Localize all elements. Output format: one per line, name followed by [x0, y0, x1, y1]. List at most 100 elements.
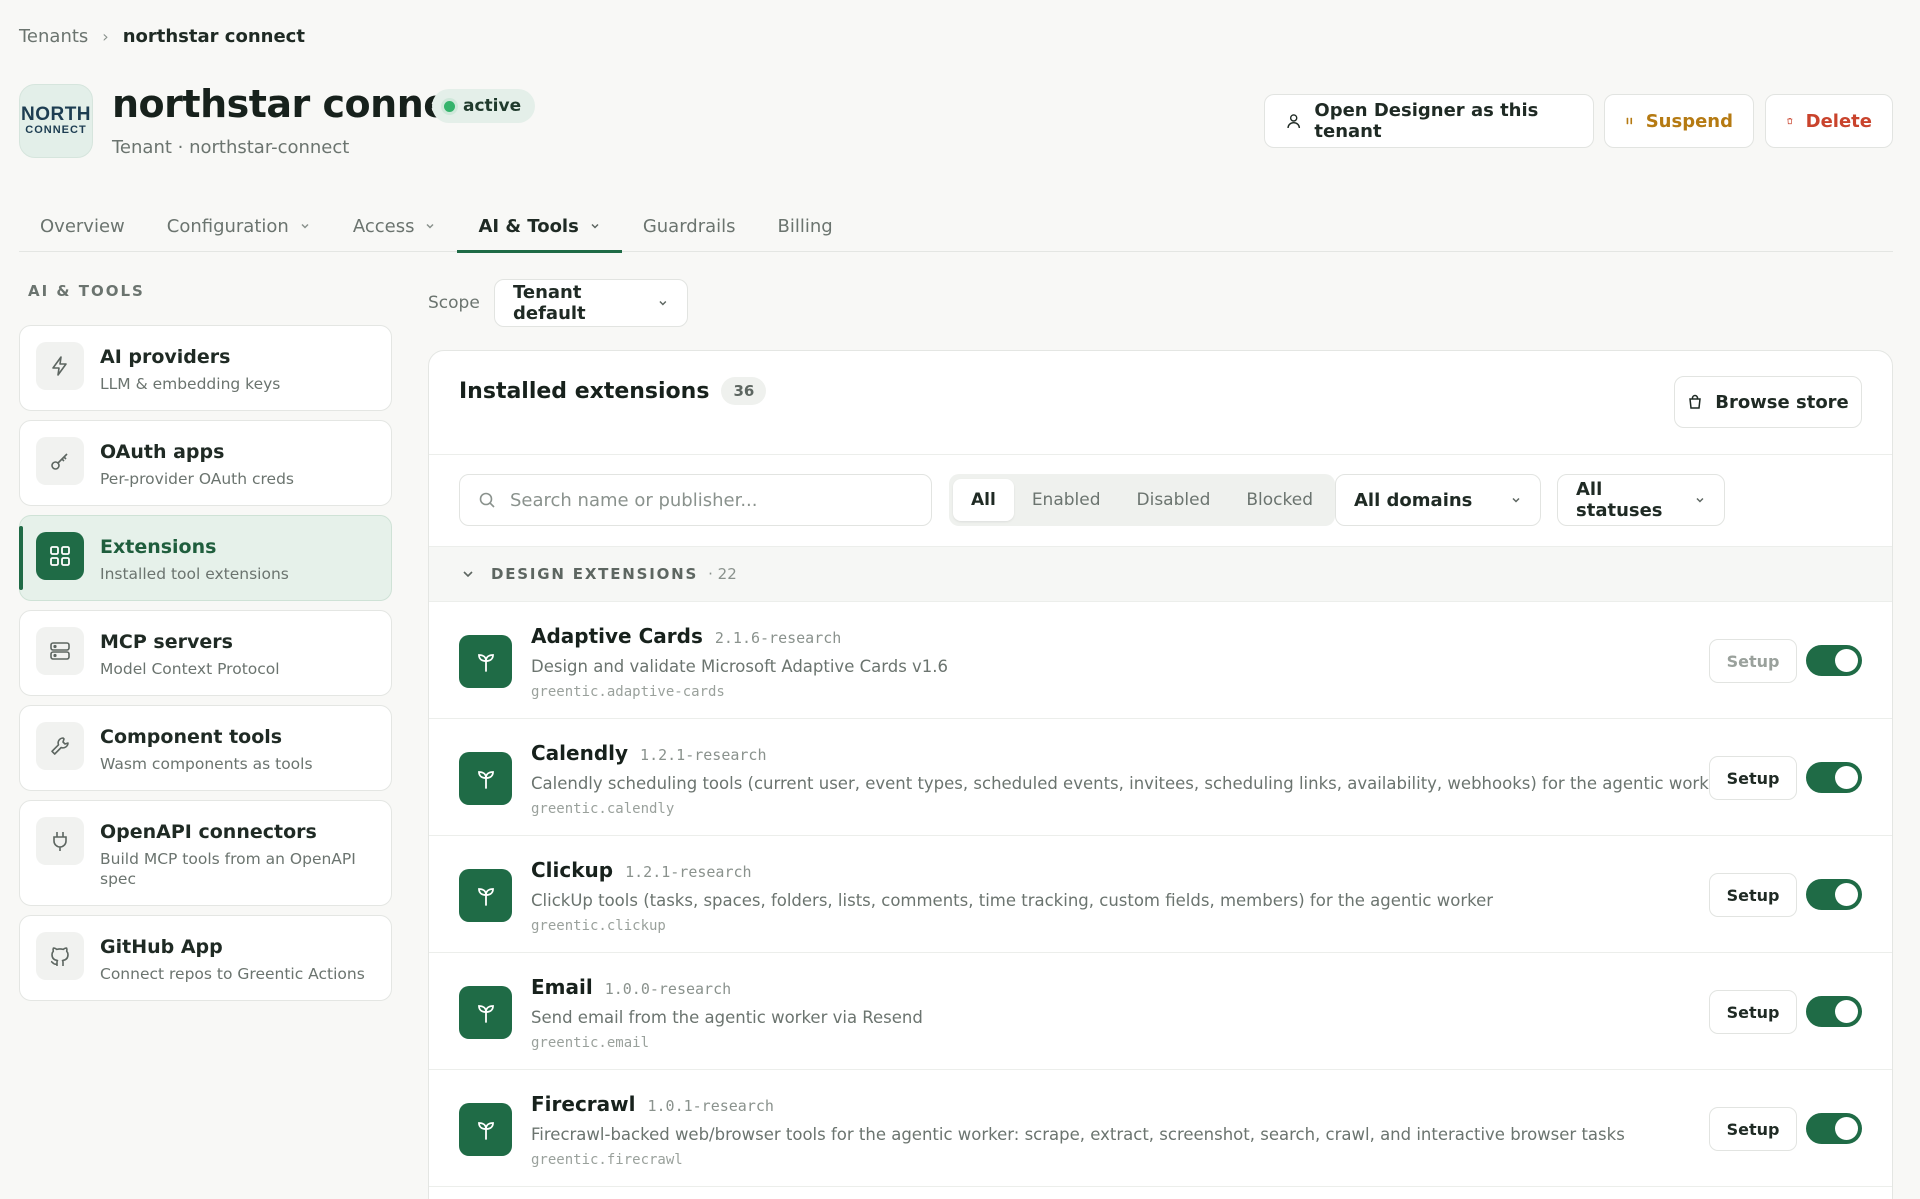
extension-name: Adaptive Cards — [531, 624, 703, 648]
domains-dropdown[interactable]: All domains — [1335, 474, 1541, 526]
tab-guardrails[interactable]: Guardrails — [622, 200, 757, 252]
sidebar-item-oauth-apps[interactable]: OAuth apps Per-provider OAuth creds — [19, 420, 392, 506]
chevron-down-icon — [301, 223, 309, 229]
enable-toggle[interactable] — [1806, 879, 1862, 910]
search-input[interactable] — [510, 489, 910, 511]
filter-blocked-button[interactable]: Blocked — [1228, 479, 1331, 521]
extension-version: 1.2.1-research — [640, 746, 767, 764]
setup-button[interactable]: Setup — [1709, 990, 1797, 1034]
extension-name: Calendly — [531, 741, 629, 765]
extension-id: greentic.email — [531, 1035, 650, 1051]
suspend-button[interactable]: Suspend — [1604, 94, 1754, 148]
extension-name: Email — [531, 975, 593, 999]
sidebar-item-github-app[interactable]: GitHub App Connect repos to Greentic Act… — [19, 915, 392, 1001]
group-count: · 22 — [708, 565, 737, 583]
chevron-down-icon — [1512, 497, 1520, 503]
setup-button[interactable]: Setup — [1709, 756, 1797, 800]
search-field[interactable] — [459, 474, 932, 526]
open-designer-button[interactable]: Open Designer as this tenant — [1264, 94, 1594, 148]
sidebar-item-desc: Build MCP tools from an OpenAPI spec — [100, 850, 356, 888]
sprout-icon — [459, 869, 512, 922]
extension-id: greentic.clickup — [531, 918, 666, 934]
user-icon — [1287, 114, 1301, 129]
setup-button[interactable]: Setup — [1709, 873, 1797, 917]
extension-description: Calendly scheduling tools (current user,… — [531, 774, 1726, 793]
breadcrumb-tenants-link[interactable]: Tenants — [19, 26, 88, 47]
sidebar-item-label: Component tools — [100, 726, 283, 748]
extension-description: Design and validate Microsoft Adaptive C… — [531, 657, 949, 676]
page-subtitle: Tenant · northstar-connect — [112, 137, 350, 158]
scope-label: Scope — [428, 293, 480, 313]
breadcrumb-current: northstar connect — [122, 26, 305, 47]
extension-id: greentic.adaptive-cards — [531, 684, 725, 700]
sidebar-item-ai-providers[interactable]: AI providers LLM & embedding keys — [19, 325, 392, 411]
bolt-icon — [36, 342, 84, 390]
trash-icon — [1787, 118, 1793, 125]
setup-button[interactable]: Setup — [1709, 639, 1797, 683]
browse-store-button[interactable]: Browse store — [1674, 376, 1862, 428]
enable-toggle[interactable] — [1806, 645, 1862, 676]
delete-button[interactable]: Delete — [1765, 94, 1893, 148]
tab-ai-tools[interactable]: AI & Tools — [457, 200, 623, 253]
extension-name: Firecrawl — [531, 1092, 636, 1116]
enable-toggle[interactable] — [1806, 1113, 1862, 1144]
github-icon — [36, 932, 84, 980]
status-badge-label: active — [463, 96, 522, 116]
tenant-logo: NORTH CONNECT — [19, 84, 93, 158]
extension-row-firecrawl: Firecrawl 1.0.1-research Firecrawl-backed… — [429, 1070, 1892, 1187]
extension-version: 1.0.1-research — [647, 1097, 774, 1115]
chevron-right-icon: › — [102, 27, 109, 46]
key-icon — [36, 437, 84, 485]
group-header-design-extensions[interactable]: DESIGN EXTENSIONS · 22 — [429, 546, 1892, 602]
installed-extensions-card: Installed extensions 36 Browse store All… — [428, 350, 1893, 1199]
sprout-icon — [459, 752, 512, 805]
extension-row-email: Email 1.0.0-research Send email from the … — [429, 953, 1892, 1070]
filter-all-button[interactable]: All — [953, 479, 1014, 521]
server-icon — [36, 627, 84, 675]
sidebar-item-mcp-servers[interactable]: MCP servers Model Context Protocol — [19, 610, 392, 696]
sidebar-item-label: MCP servers — [100, 631, 233, 653]
extension-description: ClickUp tools (tasks, spaces, folders, l… — [531, 891, 1494, 910]
setup-button[interactable]: Setup — [1709, 1107, 1797, 1151]
wrench-icon — [36, 722, 84, 770]
grid-icon — [36, 532, 84, 580]
tab-access[interactable]: Access — [332, 200, 458, 252]
tab-billing[interactable]: Billing — [757, 200, 854, 252]
search-icon — [479, 492, 495, 508]
shopping-bag-icon — [1689, 394, 1702, 409]
sidebar-item-extensions[interactable]: Extensions Installed tool extensions — [19, 515, 392, 601]
tab-overview[interactable]: Overview — [19, 200, 146, 252]
count-badge: 36 — [721, 377, 767, 405]
pause-icon — [1626, 117, 1633, 125]
sprout-icon — [459, 986, 512, 1039]
sidebar-item-desc: LLM & embedding keys — [100, 375, 281, 393]
status-badge: active — [432, 89, 536, 123]
sidebar-item-openapi-connectors[interactable]: OpenAPI connectors Build MCP tools from … — [19, 800, 392, 906]
statuses-dropdown[interactable]: All statuses — [1557, 474, 1725, 526]
sidebar-item-label: OpenAPI connectors — [100, 821, 317, 843]
filter-disabled-button[interactable]: Disabled — [1119, 479, 1229, 521]
status-dot-icon — [444, 100, 455, 112]
divider — [429, 454, 1892, 455]
sidebar-item-component-tools[interactable]: Component tools Wasm components as tools — [19, 705, 392, 791]
extension-id: greentic.calendly — [531, 801, 675, 817]
sidebar-heading: AI & TOOLS — [28, 282, 145, 300]
sidebar-item-label: OAuth apps — [100, 441, 225, 463]
extension-description: Firecrawl-backed web/browser tools for t… — [531, 1125, 1625, 1144]
sidebar-item-desc: Connect repos to Greentic Actions — [100, 965, 365, 983]
filter-enabled-button[interactable]: Enabled — [1014, 479, 1119, 521]
sidebar-item-desc: Per-provider OAuth creds — [100, 470, 294, 488]
sidebar-item-desc: Model Context Protocol — [100, 660, 280, 678]
enable-toggle[interactable] — [1806, 996, 1862, 1027]
scope-select[interactable]: Tenant default — [494, 279, 688, 327]
sidebar-item-desc: Installed tool extensions — [100, 565, 289, 583]
enable-toggle[interactable] — [1806, 762, 1862, 793]
extension-name: Clickup — [531, 858, 614, 882]
sidebar-item-label: AI providers — [100, 346, 231, 368]
tab-configuration[interactable]: Configuration — [146, 200, 332, 252]
extension-version: 2.1.6-research — [714, 629, 842, 647]
sprout-icon — [459, 635, 512, 688]
card-title: Installed extensions 36 — [459, 377, 767, 405]
extension-version: 1.2.1-research — [625, 863, 752, 881]
sidebar: AI providers LLM & embedding keys OAuth … — [19, 325, 392, 1010]
